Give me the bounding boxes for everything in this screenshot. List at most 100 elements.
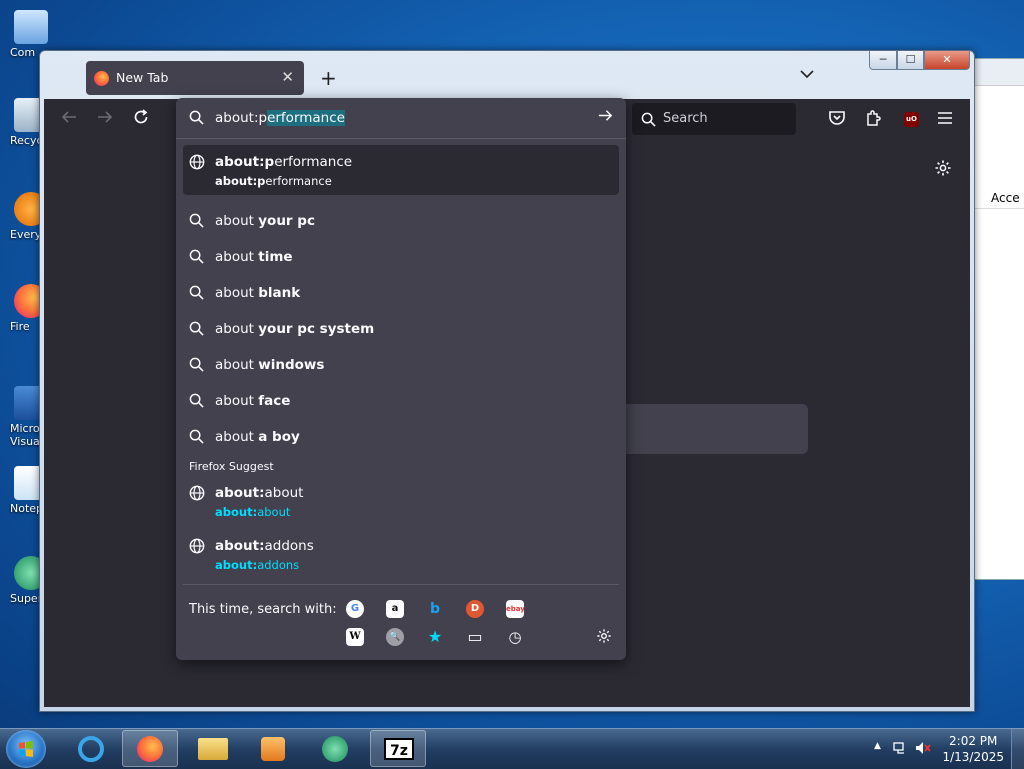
suggestion-text: about your pc: [215, 213, 315, 229]
globe-icon: [189, 485, 205, 501]
bing-engine-button[interactable]: b: [426, 600, 444, 618]
go-button[interactable]: [597, 107, 614, 129]
windows-logo-icon: [19, 741, 33, 757]
pocket-button[interactable]: [828, 109, 848, 129]
internet-explorer-icon: [78, 736, 104, 762]
reload-button[interactable]: [132, 108, 150, 131]
result-url: about:performance: [215, 174, 332, 188]
clock[interactable]: 2:02 PM 1/13/2025: [942, 733, 1004, 765]
urlbar-result-row[interactable]: about:performance about:performance: [183, 145, 619, 195]
chevron-down-icon: [800, 70, 814, 79]
messenger-icon: [322, 736, 348, 762]
media-player-icon: [261, 737, 285, 761]
search-bar[interactable]: Search: [632, 103, 796, 135]
address-bar[interactable]: about:performance: [176, 98, 626, 139]
tab-strip: New Tab ✕ +: [44, 55, 970, 99]
tabs-search-button[interactable]: ▭: [466, 628, 484, 646]
duckduckgo-engine-button[interactable]: D: [466, 600, 484, 618]
suggestion-text: about face: [215, 393, 291, 409]
system-tray: ▲ 2:02 PM 1/13/2025: [864, 729, 1024, 769]
network-tray-button[interactable]: [892, 740, 908, 759]
ebay-engine-button[interactable]: ebay: [506, 600, 525, 618]
search-suggestion-row[interactable]: about windows: [183, 348, 619, 382]
bookmarks-search-button[interactable]: ★: [426, 628, 444, 646]
address-bar-input[interactable]: about:performance: [215, 110, 345, 126]
back-button[interactable]: [60, 108, 78, 131]
amazon-engine-button[interactable]: a: [386, 600, 404, 618]
result-title: about:performance: [215, 154, 353, 170]
taskbar-messenger[interactable]: [308, 730, 364, 767]
forward-button[interactable]: [96, 108, 114, 131]
extensions-button[interactable]: [864, 109, 884, 129]
volume-tray-button[interactable]: [914, 740, 932, 759]
arrow-left-icon: [61, 111, 76, 123]
tab-close-button[interactable]: ✕: [281, 68, 294, 86]
search-icon: [641, 112, 656, 127]
start-button[interactable]: [6, 730, 46, 768]
volume-muted-icon: [916, 742, 931, 754]
search-suggestion-row[interactable]: about a boy: [183, 420, 619, 454]
search-icon: [189, 357, 204, 372]
search-settings-button[interactable]: [596, 628, 612, 648]
wikipedia-engine-button[interactable]: W: [346, 628, 364, 646]
7zip-icon: 7z: [384, 738, 414, 760]
folder-icon: [198, 738, 228, 760]
background-window-content: [969, 85, 1024, 579]
history-search-button[interactable]: ◷: [506, 628, 524, 646]
new-tab-search-field[interactable]: [624, 404, 808, 454]
hamburger-menu-icon: [938, 112, 952, 124]
urlbar-dropdown: about:performance about:performance abou…: [176, 98, 626, 660]
show-hidden-icons-button[interactable]: ▲: [874, 741, 881, 751]
typed-text: about:p: [215, 110, 268, 126]
search-suggestion-row[interactable]: about blank: [183, 276, 619, 310]
result-title: about:addons: [215, 538, 314, 554]
network-icon: [893, 742, 904, 754]
autofill-selection: erformance: [267, 110, 345, 126]
search-icon: [189, 321, 204, 336]
suggestion-text: about your pc system: [215, 321, 375, 337]
firefox-suggest-row[interactable]: about:addons about:addons: [183, 531, 619, 579]
taskbar-7zip[interactable]: 7z: [370, 730, 426, 767]
suggestion-text: about time: [215, 249, 293, 265]
ublock-origin-button[interactable]: uO: [904, 112, 919, 127]
taskbar-firefox[interactable]: [122, 730, 178, 767]
search-placeholder: Search: [663, 111, 708, 126]
result-url: about:about: [215, 505, 291, 519]
gear-icon: [597, 629, 611, 643]
taskbar: 7z ▲ 2:02 PM 1/13/2025: [0, 728, 1024, 769]
tab-new-tab[interactable]: New Tab ✕: [86, 61, 304, 95]
search-suggestion-row[interactable]: about face: [183, 384, 619, 418]
search-suggestion-row[interactable]: about your pc: [183, 204, 619, 238]
result-url: about:addons: [215, 558, 300, 572]
taskbar-file-explorer[interactable]: [186, 730, 242, 767]
search-icon: [189, 393, 204, 408]
tab-title: New Tab: [116, 70, 169, 85]
computer-icon: [14, 10, 48, 44]
search-suggestion-row[interactable]: about your pc system: [183, 312, 619, 346]
google-engine-button[interactable]: G: [346, 600, 364, 618]
suggestion-text: about windows: [215, 357, 325, 373]
suggestion-text: about a boy: [215, 429, 300, 445]
gear-icon: [935, 160, 951, 176]
customize-new-tab-button[interactable]: [934, 159, 952, 181]
suggestion-text: about blank: [215, 285, 301, 301]
one-off-search-label: This time, search with:: [189, 602, 337, 617]
taskbar-internet-explorer[interactable]: [62, 730, 118, 767]
firefox-suggest-row[interactable]: about:about about:about: [183, 478, 619, 526]
firefox-suggest-label: Firefox Suggest: [189, 460, 274, 473]
clock-date: 1/13/2025: [942, 750, 1004, 764]
new-tab-button[interactable]: +: [320, 66, 337, 90]
arrow-right-icon: [598, 110, 613, 121]
firefox-logo-icon: [94, 71, 109, 86]
show-desktop-button[interactable]: [1011, 729, 1024, 769]
taskbar-media-player[interactable]: [246, 730, 302, 767]
arrow-right-icon: [98, 111, 113, 123]
app-menu-button[interactable]: [936, 109, 956, 129]
globe-icon: [189, 538, 205, 554]
list-all-tabs-button[interactable]: [800, 67, 814, 83]
divider: [183, 584, 619, 585]
search-suggestion-row[interactable]: about time: [183, 240, 619, 274]
result-title: about:about: [215, 485, 304, 501]
puzzle-icon: [867, 110, 881, 126]
other-engine-button[interactable]: 🔍: [386, 628, 404, 646]
